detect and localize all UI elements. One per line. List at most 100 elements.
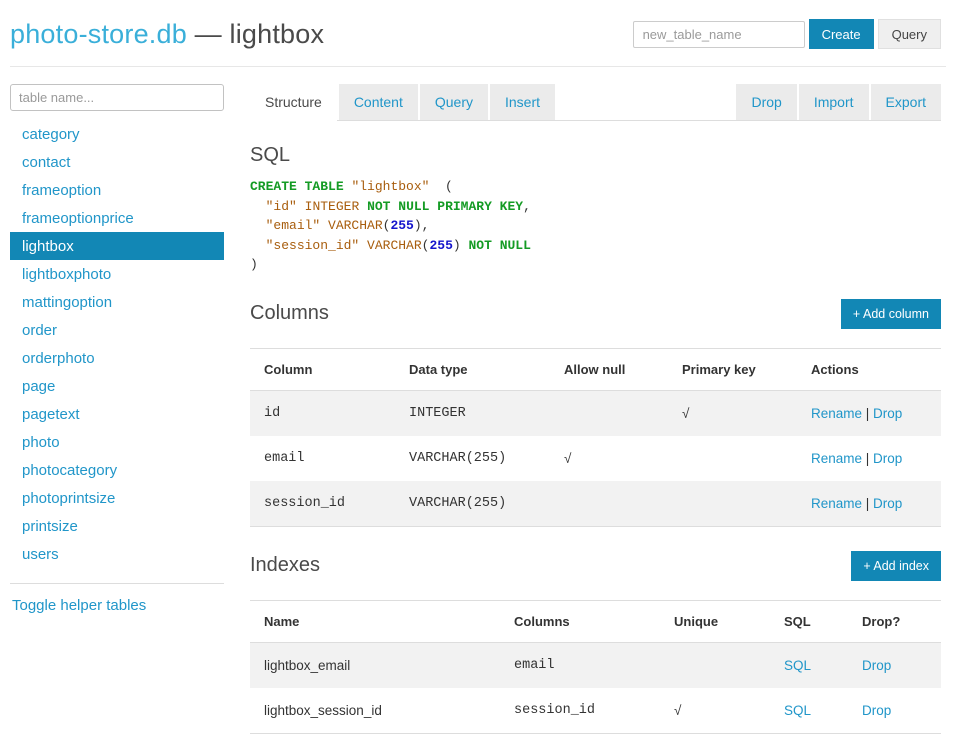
sidebar-item-frameoption[interactable]: frameoption — [10, 176, 224, 204]
sidebar-item-orderphoto[interactable]: orderphoto — [10, 344, 224, 372]
columns-section-head: Columns + Add column — [250, 299, 941, 329]
sidebar-item-category[interactable]: category — [10, 120, 224, 148]
sql-token: ) — [250, 257, 258, 272]
drop-link[interactable]: Drop — [862, 658, 891, 673]
columns-table-header: Data type — [395, 348, 550, 390]
sidebar: category contact frameoption frameoptionpri… — [10, 84, 224, 615]
action-separator: | — [862, 406, 873, 421]
sidebar-item-photo[interactable]: photo — [10, 428, 224, 456]
drop-link[interactable]: Drop — [873, 406, 902, 421]
sql-token: ), — [414, 218, 430, 233]
table-link[interactable]: photoprintsize — [10, 487, 224, 510]
tabs-left: StructureContentQueryInsert — [250, 84, 555, 120]
table-filter-input[interactable] — [10, 84, 224, 111]
sql-token — [250, 218, 266, 233]
tab-export[interactable]: Export — [871, 84, 941, 120]
sidebar-item-lightbox[interactable]: lightbox — [10, 232, 224, 260]
tab-content[interactable]: Content — [339, 84, 418, 120]
sidebar-item-mattingoption[interactable]: mattingoption — [10, 288, 224, 316]
sql-token — [297, 199, 305, 214]
columns-table-header-row: ColumnData typeAllow nullPrimary keyActi… — [250, 348, 941, 390]
data-type-cell: VARCHAR(255) — [395, 481, 550, 527]
sidebar-item-contact[interactable]: contact — [10, 148, 224, 176]
sidebar-item-page[interactable]: page — [10, 372, 224, 400]
sql-token: ( — [429, 179, 452, 194]
sql-token — [250, 199, 266, 214]
toggle-helper-tables-link[interactable]: Toggle helper tables — [10, 597, 146, 614]
table-link[interactable]: orderphoto — [10, 347, 224, 370]
columns-table-header: Primary key — [668, 348, 797, 390]
index-sql-cell: SQL — [770, 642, 848, 688]
tab-import[interactable]: Import — [799, 84, 869, 120]
rename-link[interactable]: Rename — [811, 451, 862, 466]
table-link[interactable]: photocategory — [10, 459, 224, 482]
sql-token: 255 — [429, 238, 452, 253]
indexes-table-header: Drop? — [848, 600, 941, 642]
unique-cell: √ — [660, 688, 770, 734]
index-name-cell: lightbox_session_id — [250, 688, 500, 734]
sql-heading: SQL — [250, 144, 941, 167]
sidebar-item-photocategory[interactable]: photocategory — [10, 456, 224, 484]
actions-cell: Rename | Drop — [797, 436, 941, 481]
rename-link[interactable]: Rename — [811, 496, 862, 511]
sidebar-item-frameoptionprice[interactable]: frameoptionprice — [10, 204, 224, 232]
indexes-table: NameColumnsUniqueSQLDrop? lightbox_email… — [250, 600, 941, 734]
table-link[interactable]: lightboxphoto — [10, 263, 224, 286]
sql-token: NOT NULL PRIMARY KEY — [367, 199, 523, 214]
tab-drop[interactable]: Drop — [736, 84, 796, 120]
column-name-cell: id — [250, 390, 395, 436]
indexes-heading: Indexes — [250, 554, 320, 577]
db-name-link[interactable]: photo-store.db — [10, 19, 187, 49]
sql-token: VARCHAR — [367, 238, 422, 253]
sidebar-item-pagetext[interactable]: pagetext — [10, 400, 224, 428]
table-link[interactable]: users — [10, 543, 224, 566]
table-link[interactable]: frameoptionprice — [10, 207, 224, 230]
index-columns-cell: email — [500, 642, 660, 688]
tab-insert[interactable]: Insert — [490, 84, 555, 120]
tab-structure[interactable]: Structure — [250, 84, 337, 121]
table-link[interactable]: pagetext — [10, 403, 224, 426]
sql-link[interactable]: SQL — [784, 658, 811, 673]
sidebar-item-photoprintsize[interactable]: photoprintsize — [10, 484, 224, 512]
add-column-button[interactable]: + Add column — [841, 299, 941, 329]
table-link[interactable]: mattingoption — [10, 291, 224, 314]
create-button[interactable]: Create — [809, 19, 874, 49]
sql-token: NOT NULL — [468, 238, 530, 253]
table-link[interactable]: category — [10, 123, 224, 146]
table-link[interactable]: photo — [10, 431, 224, 454]
sidebar-divider — [10, 583, 224, 584]
sql-token: ) — [453, 238, 469, 253]
drop-link[interactable]: Drop — [873, 496, 902, 511]
table-link[interactable]: lightbox — [10, 235, 224, 258]
rename-link[interactable]: Rename — [811, 406, 862, 421]
tab-query[interactable]: Query — [420, 84, 488, 120]
table-name-label: lightbox — [230, 19, 325, 49]
sidebar-item-order[interactable]: order — [10, 316, 224, 344]
sidebar-item-users[interactable]: users — [10, 540, 224, 568]
index-columns-cell: session_id — [500, 688, 660, 734]
sql-token: "email" — [266, 218, 321, 233]
title-dash: — — [195, 19, 222, 49]
columns-table-header: Allow null — [550, 348, 668, 390]
table-link[interactable]: printsize — [10, 515, 224, 538]
sql-token — [359, 238, 367, 253]
index-drop-cell: Drop — [848, 642, 941, 688]
table-link[interactable]: order — [10, 319, 224, 342]
new-table-input[interactable] — [633, 21, 805, 48]
drop-link[interactable]: Drop — [862, 703, 891, 718]
columns-table-header: Column — [250, 348, 395, 390]
sql-token — [359, 199, 367, 214]
table-link[interactable]: frameoption — [10, 179, 224, 202]
index-sql-cell: SQL — [770, 688, 848, 734]
sql-link[interactable]: SQL — [784, 703, 811, 718]
table-link[interactable]: page — [10, 375, 224, 398]
drop-link[interactable]: Drop — [873, 451, 902, 466]
table-link[interactable]: contact — [10, 151, 224, 174]
action-separator: | — [862, 496, 873, 511]
sidebar-item-lightboxphoto[interactable]: lightboxphoto — [10, 260, 224, 288]
content: StructureContentQueryInsert DropImportEx… — [250, 84, 941, 734]
sidebar-item-printsize[interactable]: printsize — [10, 512, 224, 540]
query-button[interactable]: Query — [878, 19, 941, 49]
sql-token: "id" — [266, 199, 297, 214]
add-index-button[interactable]: + Add index — [851, 551, 941, 581]
